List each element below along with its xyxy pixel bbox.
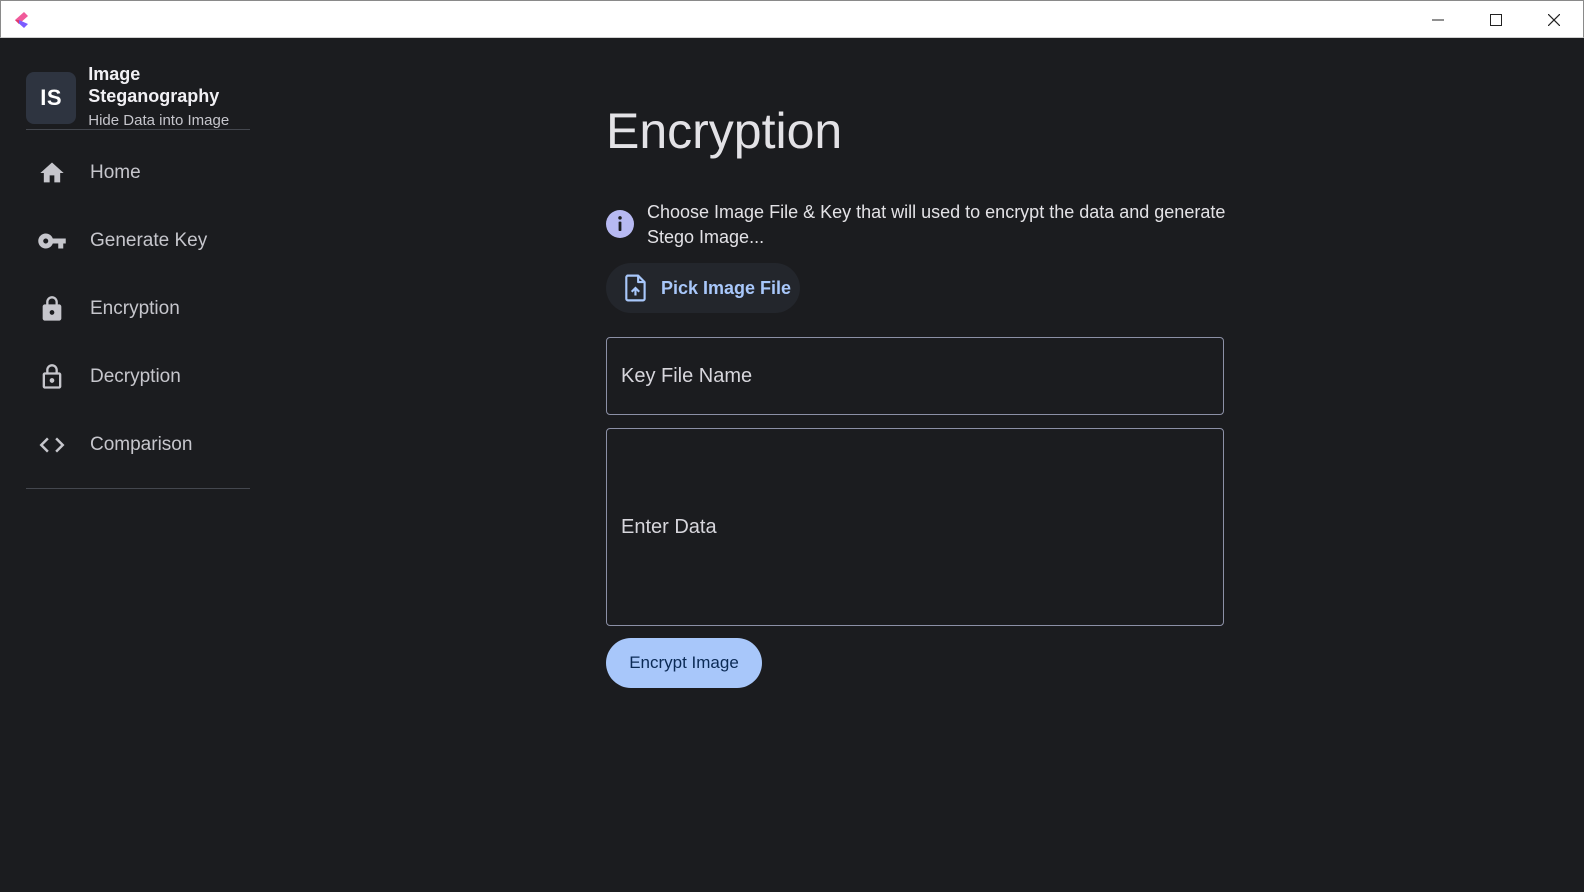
lock-open-icon [42, 364, 62, 389]
info-message: Choose Image File & Key that will used t… [606, 200, 1226, 250]
info-text: Choose Image File & Key that will used t… [647, 202, 1226, 247]
sidebar-item-label: Generate Key [90, 230, 208, 251]
file-upload-icon [625, 274, 646, 302]
lock-icon [42, 296, 62, 321]
home-icon [40, 162, 64, 183]
encrypt-image-button[interactable]: Encrypt Image [606, 638, 762, 688]
maximize-button[interactable] [1467, 1, 1525, 38]
enter-data-textarea[interactable] [606, 428, 1224, 626]
sidebar: IS Image Steganography Hide Data into Im… [0, 38, 270, 892]
page-title: Encryption [606, 103, 843, 159]
sidebar-item-comparison[interactable]: Comparison [26, 411, 250, 479]
brand-header: IS Image Steganography Hide Data into Im… [26, 63, 270, 132]
app-title: Image Steganography [88, 64, 220, 106]
sidebar-divider-top [26, 129, 250, 130]
key-file-name-input[interactable] [606, 337, 1224, 415]
sidebar-nav: Home Generate Key Encryption Decryption … [26, 139, 250, 479]
sidebar-divider-bottom [26, 488, 250, 489]
pick-image-file-label: Pick Image File [661, 277, 792, 298]
close-button[interactable] [1525, 1, 1583, 38]
code-icon [39, 437, 65, 453]
minimize-button[interactable] [1409, 1, 1467, 38]
sidebar-item-label: Home [90, 162, 141, 183]
avatar: IS [26, 71, 77, 124]
info-icon [606, 210, 634, 238]
maximize-icon [1490, 13, 1502, 26]
sidebar-item-home[interactable]: Home [26, 139, 250, 207]
sidebar-item-label: Comparison [90, 434, 193, 455]
pick-image-file-button[interactable]: Pick Image File [606, 263, 800, 313]
close-icon [1548, 13, 1560, 26]
app-logo-icon [15, 12, 28, 28]
key-icon [38, 233, 66, 249]
title-bar [0, 0, 1584, 38]
sidebar-item-generate-key[interactable]: Generate Key [26, 207, 250, 275]
app-window: IS Image Steganography Hide Data into Im… [0, 0, 1584, 892]
sidebar-item-encryption[interactable]: Encryption [26, 275, 250, 343]
sidebar-item-label: Encryption [90, 298, 180, 319]
sidebar-item-decryption[interactable]: Decryption [26, 343, 250, 411]
sidebar-item-label: Decryption [90, 366, 181, 387]
minimize-icon [1432, 19, 1444, 20]
brand-text: Image Steganography Hide Data into Image [88, 63, 270, 132]
